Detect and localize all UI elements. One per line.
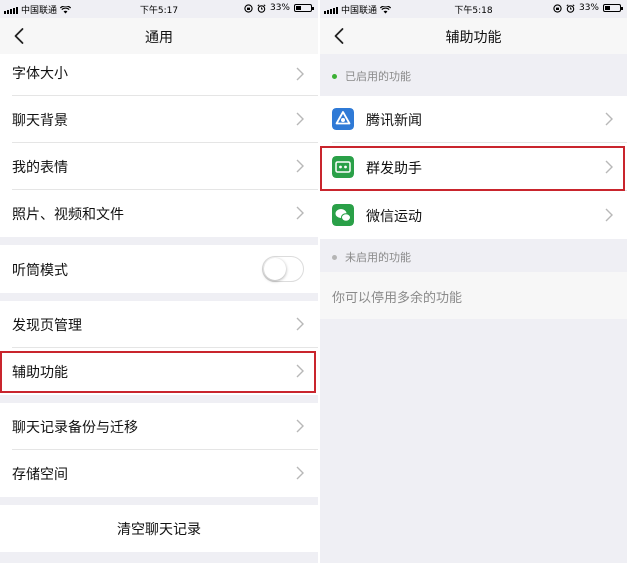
battery-icon: [603, 4, 623, 12]
chevron-right-icon: [605, 208, 613, 222]
disabled-hint-text: 你可以停用多余的功能: [332, 291, 463, 306]
battery-percent: 33%: [269, 3, 290, 13]
settings-item-storage[interactable]: 存储空间: [0, 450, 318, 497]
disabled-section-header: 未启用的功能: [332, 249, 411, 265]
feature-item-tencent-news[interactable]: 腾讯新闻: [320, 96, 627, 143]
settings-item-label: 存储空间: [12, 467, 68, 483]
settings-item-earpiece-mode: 听筒模式: [0, 245, 318, 293]
chevron-right-icon: [605, 160, 613, 174]
settings-item-label: 辅助功能: [12, 365, 68, 381]
settings-item-photos-videos-files[interactable]: 照片、视频和文件: [0, 190, 318, 237]
enabled-section-header: 已启用的功能: [332, 68, 411, 84]
settings-item-label: 发现页管理: [12, 318, 82, 334]
nav-bar: 通用: [0, 18, 318, 54]
battery-icon: [294, 4, 314, 12]
settings-item-accessibility[interactable]: 辅助功能: [0, 348, 318, 395]
chevron-right-icon: [605, 112, 613, 126]
nav-bar: 辅助功能: [320, 18, 627, 54]
settings-item-label: 我的表情: [12, 160, 68, 176]
settings-item-discover-management[interactable]: 发现页管理: [0, 301, 318, 348]
broadcast-assistant-icon: [332, 156, 354, 178]
page-title: 辅助功能: [445, 30, 502, 46]
orientation-lock-icon: [553, 3, 562, 13]
battery-percent: 33%: [578, 3, 599, 13]
battery-level: [296, 6, 301, 10]
feature-item-wechat-sports[interactable]: 微信运动: [320, 191, 627, 239]
general-settings-screen: 中国联通 下午5:17 33% 通用 字体大小 聊天背景 我的表情 照片、视频和…: [0, 0, 318, 563]
chevron-right-icon: [296, 364, 304, 378]
status-bar: 中国联通 下午5:17 33%: [0, 0, 318, 18]
wechat-sports-icon: [332, 204, 354, 226]
settings-item-label: 照片、视频和文件: [12, 207, 124, 223]
chevron-right-icon: [296, 419, 304, 433]
disabled-hint-row: 你可以停用多余的功能: [320, 272, 627, 319]
enabled-section-label: 已启用的功能: [345, 70, 411, 83]
chevron-right-icon: [296, 317, 304, 331]
chevron-right-icon: [296, 67, 304, 81]
settings-item-label: 字体大小: [12, 66, 68, 82]
feature-item-label: 腾讯新闻: [366, 113, 422, 129]
chevron-right-icon: [296, 112, 304, 126]
feature-item-label: 微信运动: [366, 209, 422, 225]
disabled-dot-icon: [332, 254, 337, 260]
settings-item-label: 聊天背景: [12, 113, 68, 129]
chevron-right-icon: [296, 206, 304, 220]
status-bar: 中国联通 下午5:18 33%: [320, 0, 627, 18]
clear-chat-history-button[interactable]: 清空聊天记录: [0, 505, 318, 552]
alarm-icon: [257, 3, 266, 13]
settings-item-my-stickers[interactable]: 我的表情: [0, 143, 318, 190]
settings-item-chat-backup-migrate[interactable]: 聊天记录备份与迁移: [0, 403, 318, 450]
orientation-lock-icon: [244, 3, 253, 13]
accessibility-screen: 中国联通 下午5:18 33% 辅助功能 已启用的功能 腾讯新闻 群发助手 微信…: [320, 0, 627, 563]
disabled-section-label: 未启用的功能: [345, 251, 411, 264]
feature-item-broadcast-assistant[interactable]: 群发助手: [320, 143, 627, 191]
tencent-news-icon: [332, 108, 354, 130]
page-title: 通用: [145, 30, 173, 46]
battery-level: [605, 6, 610, 10]
chevron-right-icon: [296, 159, 304, 173]
feature-item-label: 群发助手: [366, 161, 422, 177]
settings-item-chat-background[interactable]: 聊天背景: [0, 96, 318, 143]
chevron-right-icon: [296, 466, 304, 480]
alarm-icon: [566, 3, 575, 13]
settings-item-label: 听筒模式: [12, 263, 68, 279]
enabled-dot-icon: [332, 73, 337, 79]
earpiece-mode-toggle[interactable]: [262, 256, 304, 282]
settings-item-font-size[interactable]: 字体大小: [0, 54, 318, 96]
clear-chat-history-label: 清空聊天记录: [117, 522, 201, 538]
settings-item-label: 聊天记录备份与迁移: [12, 420, 138, 436]
